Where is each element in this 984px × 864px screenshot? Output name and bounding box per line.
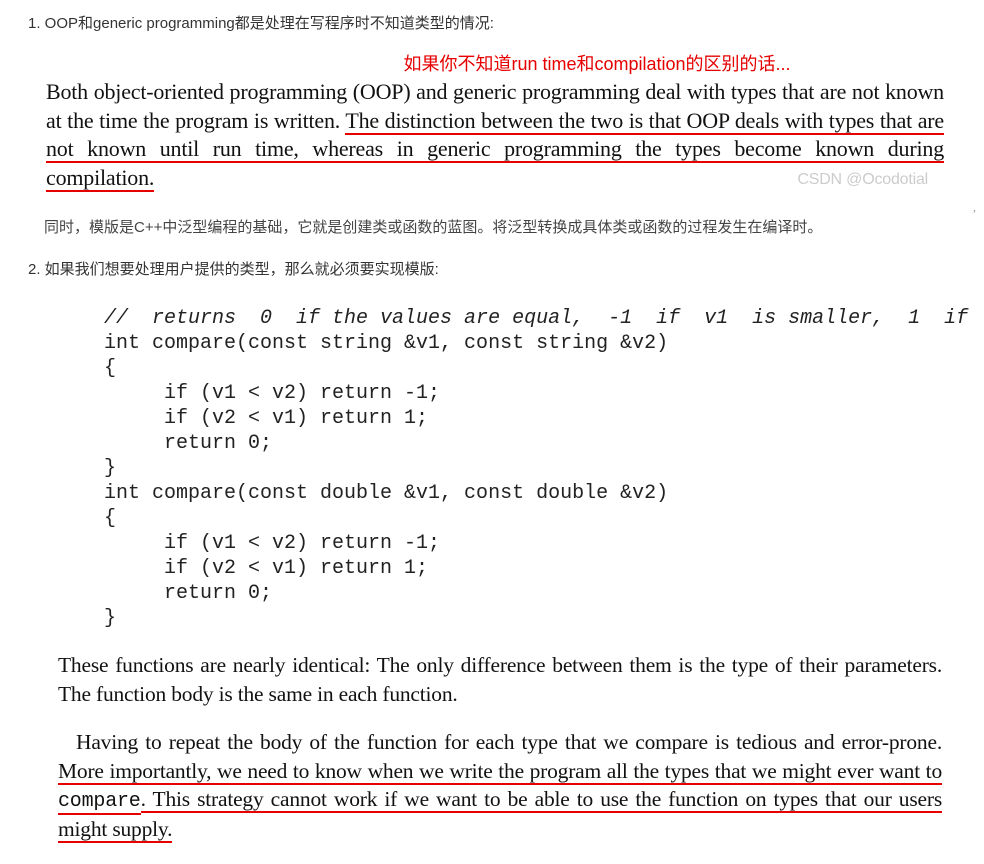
book-paragraph-2: These functions are nearly identical: Th… — [0, 631, 984, 708]
para3-code-word: compare — [58, 790, 141, 815]
book-paragraph-3: Having to repeat the body of the functio… — [0, 708, 984, 844]
para3-underline-b: . This strategy cannot work if we want t… — [58, 787, 942, 843]
code-block: // returns 0 if the values are equal, -1… — [0, 282, 984, 631]
stray-quote: , — [973, 200, 976, 215]
code-line: return 0; — [104, 432, 272, 455]
list-text-1: OOP和generic programming都是处理在写程序时不知道类型的情况… — [41, 15, 494, 32]
red-hint-text: 如果你不知道run time和compilation的区别的话... — [0, 50, 984, 76]
list-number-1: 1. — [28, 15, 41, 32]
para3-plain: Having to repeat the body of the functio… — [76, 730, 942, 754]
code-line: if (v2 < v1) return 1; — [104, 557, 428, 580]
code-line: { — [104, 507, 116, 530]
list-item-2: 2. 如果我们想要处理用户提供的类型，那么就必须要实现模版: — [0, 240, 984, 282]
code-line: if (v1 < v2) return -1; — [104, 382, 440, 405]
book-excerpt-1: Both object-oriented programming (OOP) a… — [0, 76, 984, 192]
list-text-2: 如果我们想要处理用户提供的类型，那么就必须要实现模版: — [41, 261, 439, 278]
code-line: int compare(const double &v1, const doub… — [104, 482, 668, 505]
code-line: } — [104, 607, 116, 630]
code-line: if (v2 < v1) return 1; — [104, 407, 428, 430]
csdn-watermark: CSDN @Ocodotial — [797, 170, 928, 191]
code-line: { — [104, 357, 116, 380]
code-line: return 0; — [104, 582, 272, 605]
list-number-2: 2. — [28, 261, 41, 278]
para3-underline-a: More importantly, we need to know when w… — [58, 759, 942, 785]
code-line: int compare(const string &v1, const stri… — [104, 332, 668, 355]
code-comment: // returns 0 if the values are equal, -1… — [104, 307, 984, 330]
code-line: if (v1 < v2) return -1; — [104, 532, 440, 555]
list-item-1: 1. OOP和generic programming都是处理在写程序时不知道类型… — [0, 10, 984, 36]
code-line: } — [104, 457, 116, 480]
note-mid-text: 同时，模版是C++中泛型编程的基础，它就是创建类或函数的蓝图。将泛型转换成具体类… — [0, 192, 984, 240]
